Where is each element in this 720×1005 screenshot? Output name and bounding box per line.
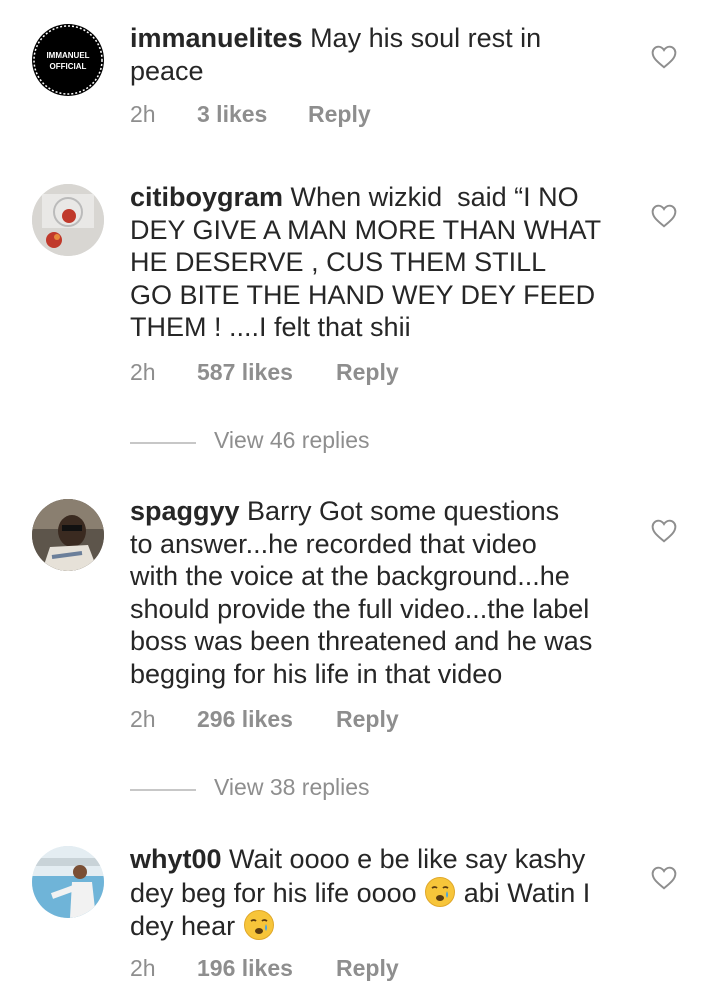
likes-count[interactable]: 196 likes bbox=[197, 955, 293, 982]
view-replies-label[interactable]: View 38 replies bbox=[214, 774, 370, 801]
avatar-image bbox=[32, 499, 104, 571]
avatar[interactable] bbox=[32, 184, 104, 256]
reply-button[interactable]: Reply bbox=[336, 955, 399, 982]
avatar-image bbox=[32, 846, 104, 918]
heart-outline-icon[interactable] bbox=[651, 866, 677, 890]
crying-face-emoji-icon bbox=[243, 910, 274, 940]
likes-count[interactable]: 296 likes bbox=[197, 706, 293, 733]
reply-button[interactable]: Reply bbox=[336, 706, 399, 733]
comment-text: immanuelites May his soul rest in peace bbox=[130, 22, 630, 87]
divider bbox=[130, 442, 196, 444]
comment-text: citiboygram When wizkid said “I NO DEY G… bbox=[130, 181, 650, 344]
heart-outline-icon[interactable] bbox=[651, 45, 677, 69]
reply-button[interactable]: Reply bbox=[336, 359, 399, 386]
avatar[interactable]: IMMANUEL OFFICIAL bbox=[32, 24, 104, 96]
timestamp: 2h bbox=[130, 101, 156, 127]
divider bbox=[130, 789, 196, 791]
likes-count[interactable]: 587 likes bbox=[197, 359, 293, 386]
likes-count[interactable]: 3 likes bbox=[197, 101, 267, 128]
avatar-logo-line-1: IMMANUEL bbox=[46, 51, 89, 60]
username[interactable]: immanuelites bbox=[130, 23, 303, 53]
timestamp: 2h bbox=[130, 706, 156, 732]
avatar-image bbox=[32, 184, 104, 256]
crying-face-emoji-icon bbox=[425, 876, 456, 907]
immanuel-official-logo: IMMANUEL OFFICIAL bbox=[33, 25, 103, 95]
avatar[interactable] bbox=[32, 846, 104, 918]
avatar-logo-line-2: OFFICIAL bbox=[50, 62, 87, 71]
heart-outline-icon[interactable] bbox=[651, 519, 677, 543]
avatar[interactable] bbox=[32, 499, 104, 571]
username[interactable]: spaggyy bbox=[130, 496, 240, 526]
reply-button[interactable]: Reply bbox=[308, 101, 371, 128]
timestamp: 2h bbox=[130, 955, 156, 981]
timestamp: 2h bbox=[130, 359, 156, 385]
username[interactable]: whyt00 bbox=[130, 844, 222, 874]
view-replies-label[interactable]: View 46 replies bbox=[214, 427, 370, 454]
comment-text: whyt00 Wait oooo e be like say kashy dey… bbox=[130, 843, 630, 943]
comment-text: spaggyy Barry Got some questions to answ… bbox=[130, 495, 650, 690]
heart-outline-icon[interactable] bbox=[651, 204, 677, 228]
username[interactable]: citiboygram bbox=[130, 182, 283, 212]
